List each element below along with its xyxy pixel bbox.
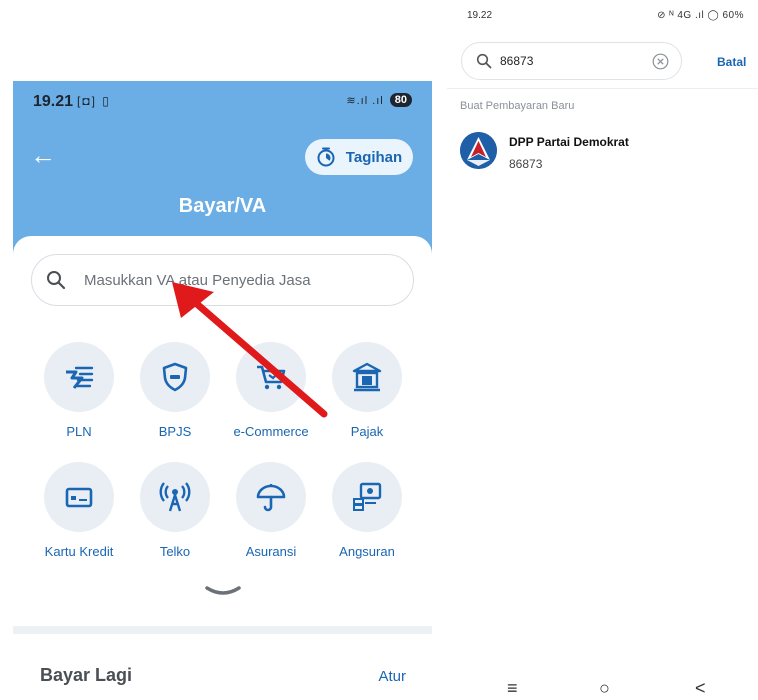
category-circle <box>44 462 114 532</box>
lightning-icon <box>66 366 94 389</box>
category-circle <box>332 462 402 532</box>
category-pajak[interactable]: Pajak <box>319 342 415 439</box>
category-label: Pajak <box>350 424 384 439</box>
back-icon[interactable]: < <box>695 678 706 699</box>
category-label: Kartu Kredit <box>44 544 114 559</box>
category-label: Angsuran <box>339 544 395 559</box>
timer-icon <box>317 147 335 167</box>
category-asuransi[interactable]: Asuransi <box>223 462 319 559</box>
category-label: PLN <box>66 424 92 439</box>
party-logo-icon <box>460 132 497 169</box>
search-icon <box>47 271 66 290</box>
bayar-lagi-title: Bayar Lagi <box>40 665 133 685</box>
category-label: e-Commerce <box>233 424 309 439</box>
party-logo <box>460 132 497 169</box>
right-phone-screen: 19.22 ⊘ ᴺ 4G .ıl ◯ 60% 86873 Batal Buat … <box>447 0 758 700</box>
battery-icon: 80 <box>389 93 412 107</box>
status-time: 19.21 <box>33 93 74 110</box>
shield-icon <box>162 362 188 392</box>
back-arrow-icon[interactable]: ← <box>30 142 56 168</box>
header-divider <box>447 88 758 89</box>
cancel-button[interactable]: Batal <box>717 55 746 69</box>
category-circle <box>236 462 306 532</box>
category-label: BPJS <box>158 424 192 439</box>
result-text: DPP Partai Demokrat 86873 <box>509 132 629 171</box>
screenshot-root: 19.21 [◘] ▯ ≋.ıl .ıl 80 ← Tagihan Bayar/… <box>0 0 758 700</box>
status-icons: ⊘ ᴺ 4G .ıl ◯ 60% <box>657 10 744 21</box>
umbrella-icon <box>256 484 286 512</box>
credit-card-icon <box>65 487 93 508</box>
signal-icon: ≋.ıl .ıl <box>346 94 384 107</box>
search-input[interactable]: Masukkan VA atau Penyedia Jasa <box>31 254 414 306</box>
menu-icon[interactable]: ≡ <box>507 678 518 699</box>
result-name: DPP Partai Demokrat <box>509 135 629 149</box>
category-circle <box>236 342 306 412</box>
search-value: 86873 <box>500 54 534 68</box>
category-telko[interactable]: Telko <box>127 462 223 559</box>
category-circle <box>140 342 210 412</box>
category-label: Telko <box>159 544 191 559</box>
left-phone-screen: 19.21 [◘] ▯ ≋.ıl .ıl 80 ← Tagihan Bayar/… <box>13 81 432 700</box>
search-placeholder: Masukkan VA atau Penyedia Jasa <box>84 271 311 289</box>
category-angsuran[interactable]: Angsuran <box>319 462 415 559</box>
category-bpjs[interactable]: BPJS <box>127 342 223 439</box>
home-icon[interactable]: ○ <box>599 678 610 699</box>
category-circle <box>140 462 210 532</box>
search-input[interactable]: 86873 <box>461 42 682 80</box>
section-divider <box>13 626 432 634</box>
installment-icon <box>353 482 382 511</box>
search-icon <box>476 53 492 69</box>
system-nav-bar: ≡ ○ < <box>447 678 758 700</box>
section-label: Buat Pembayaran Baru <box>460 100 575 112</box>
atur-link[interactable]: Atur <box>378 668 406 685</box>
status-icons: [◘] ▯ <box>77 94 111 108</box>
category-ecommerce[interactable]: e-Commerce <box>223 342 319 439</box>
clear-icon[interactable] <box>652 53 669 70</box>
status-time: 19.22 <box>467 10 493 21</box>
category-pln[interactable]: PLN <box>31 342 127 439</box>
app-header: 19.21 [◘] ▯ ≋.ıl .ıl 80 ← Tagihan Bayar/… <box>13 81 432 256</box>
chevron-down-icon[interactable] <box>203 584 243 600</box>
category-label: Asuransi <box>245 544 297 559</box>
status-right: ≋.ıl .ıl 80 <box>346 93 412 107</box>
search-result-item[interactable]: DPP Partai Demokrat 86873 <box>460 132 629 171</box>
antenna-icon <box>159 482 191 512</box>
category-circle <box>44 342 114 412</box>
tagihan-button[interactable]: Tagihan <box>305 139 413 175</box>
tagihan-label: Tagihan <box>345 148 403 166</box>
category-kartu-kredit[interactable]: Kartu Kredit <box>31 462 127 559</box>
bank-icon <box>352 362 382 392</box>
cart-icon <box>257 365 286 390</box>
category-circle <box>332 342 402 412</box>
result-code: 86873 <box>509 157 543 171</box>
page-title: Bayar/VA <box>178 195 267 217</box>
